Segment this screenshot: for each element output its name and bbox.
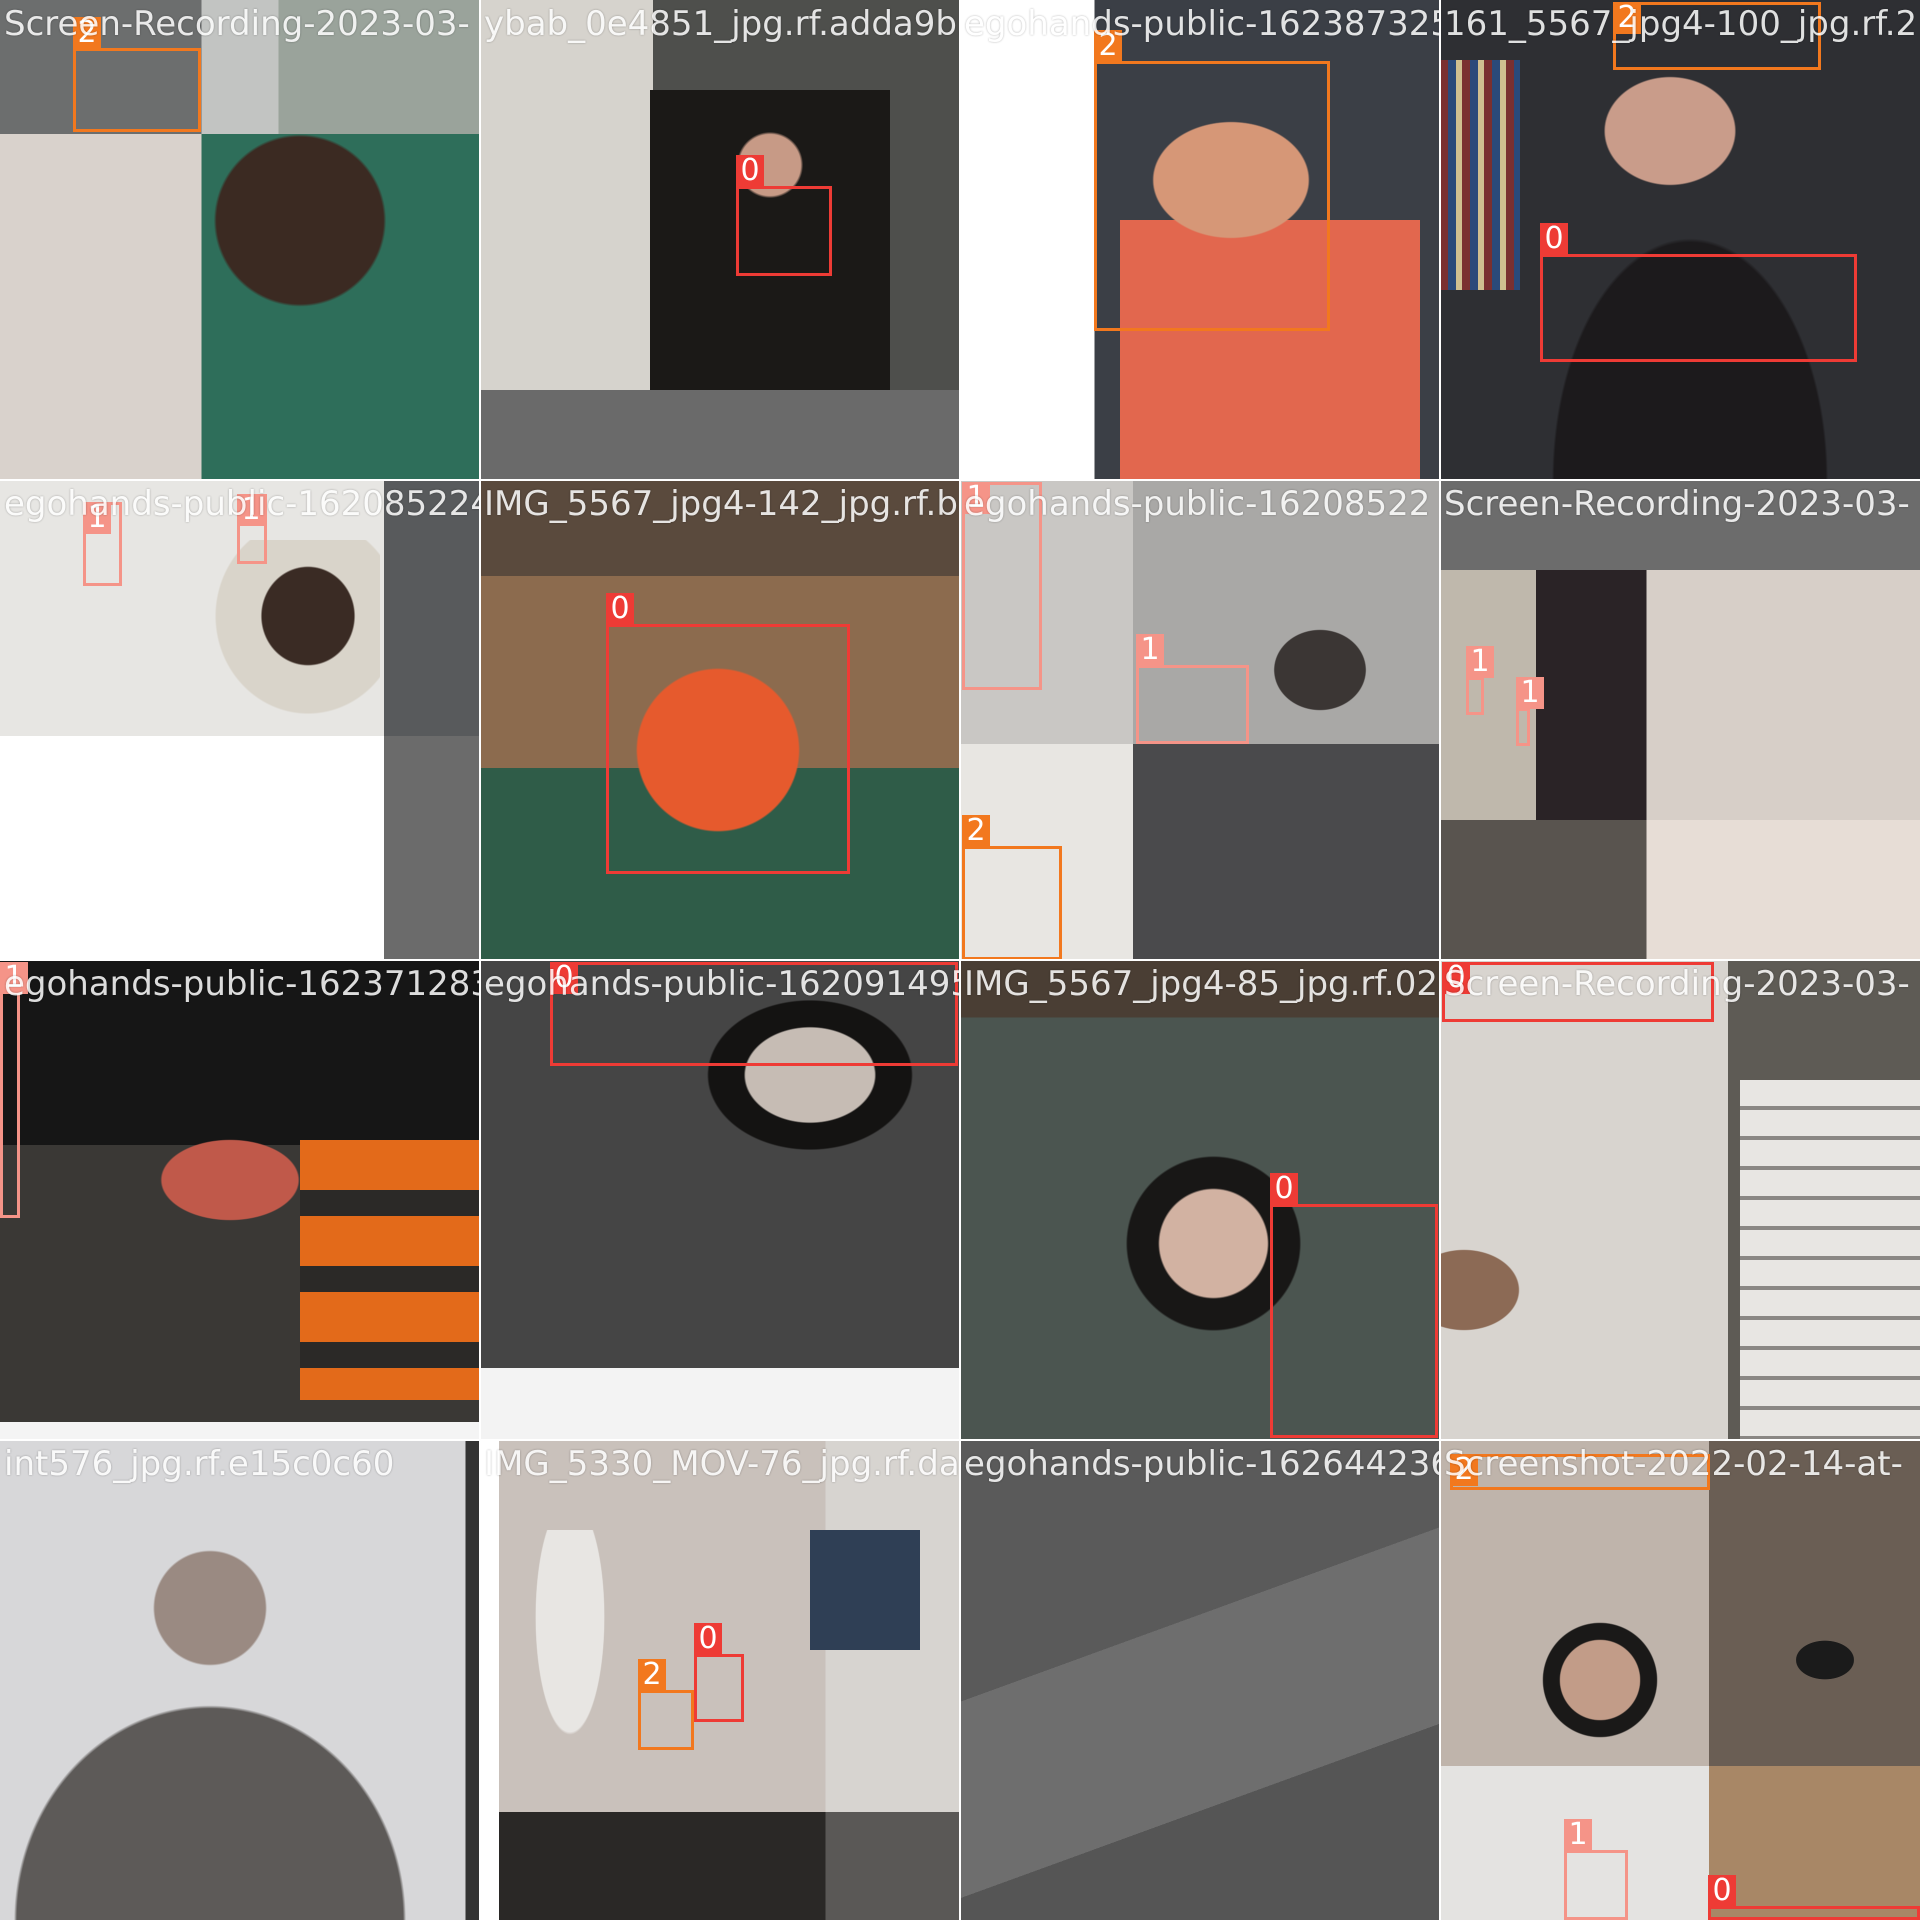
tile-label: egohands-public-1623712836 [4, 964, 480, 1004]
tile-14: IMG_5330_MOV-76_jpg.rf.da 02 [480, 1440, 960, 1920]
tile-background [200, 540, 380, 730]
tile-background [480, 1368, 960, 1440]
tile-background [1520, 1600, 1680, 1760]
detection-box-class-2: 2 [962, 815, 1062, 960]
tile-background [1740, 1080, 1920, 1440]
tile-label: Screen-Recording-2023-03- [4, 4, 470, 44]
tile-background [1440, 820, 1920, 960]
tile-label: 161_5567_jpg4-100_jpg.rf.2 [1444, 4, 1918, 44]
tile-7: egohands-public-16208522 112 [960, 480, 1440, 960]
tile-background [1440, 1220, 1560, 1360]
tile-background [510, 1530, 630, 1820]
tile-5: egohands-public-162085224 11 [0, 480, 480, 960]
detection-box-class-0: 0 [1708, 1875, 1920, 1920]
tile-1: Screen-Recording-2023-03- 2 [0, 0, 480, 480]
tile-8: Screen-Recording-2023-03- 11 [1440, 480, 1920, 960]
tile-background [200, 134, 400, 480]
tile-background [1240, 600, 1400, 740]
class-label-tag: 1 [1564, 1819, 1592, 1851]
tile-2: ybab_0e4851_jpg.rf.adda9b59 0 [480, 0, 960, 480]
detection-box-class-0: 0 [1540, 223, 1857, 362]
detection-box-class-0: 0 [1270, 1173, 1438, 1438]
tile-16: Screenshot-2022-02-14-at- 210 [1440, 1440, 1920, 1920]
tile-13: int576_jpg.rf.e15c0c60 [0, 1440, 480, 1920]
detection-box-class-1: 1 [1516, 677, 1544, 746]
detection-box-class-0: 0 [694, 1623, 744, 1722]
tile-label: egohands-public-1623873258 [964, 4, 1440, 44]
detection-box-class-2: 2 [1094, 30, 1330, 331]
class-label-tag: 0 [736, 155, 764, 187]
grid-divider [0, 479, 1920, 481]
tile-label: Screenshot-2022-02-14-at- [1444, 1444, 1903, 1484]
class-label-tag: 0 [1708, 1875, 1736, 1907]
tile-label: egohands-public-162085224 [4, 484, 480, 524]
tile-background [810, 1530, 920, 1650]
tile-label: Screen-Recording-2023-03- [1444, 484, 1910, 524]
detection-box-class-2: 2 [73, 17, 201, 132]
tile-4: 161_5567_jpg4-100_jpg.rf.2 20 [1440, 0, 1920, 480]
tile-15: egohands-public-1626442365 [960, 1440, 1440, 1920]
detection-box-class-1: 1 [1136, 634, 1249, 744]
tile-background [0, 736, 480, 960]
tile-label: egohands-public-1620914955 [484, 964, 960, 1004]
tile-3: egohands-public-1623873258 2 [960, 0, 1440, 480]
tile-12: Screen-Recording-2023-03- 0 [1440, 960, 1920, 1440]
tile-label: IMG_5567_jpg4-142_jpg.rf.b [484, 484, 958, 524]
tile-background [0, 1690, 420, 1920]
tile-background [110, 1110, 350, 1250]
class-label-tag: 1 [1136, 634, 1164, 666]
class-label-tag: 2 [638, 1659, 666, 1691]
grid-divider [0, 959, 1920, 961]
tile-10: egohands-public-1620914955 0 [480, 960, 960, 1440]
tile-label: IMG_5567_jpg4-85_jpg.rf.02 [964, 964, 1438, 1004]
class-label-tag: 0 [1270, 1173, 1298, 1205]
tile-label: ybab_0e4851_jpg.rf.adda9b59 [484, 4, 960, 44]
detection-box-class-0: 0 [736, 155, 832, 276]
detection-box-class-1: 1 [1466, 646, 1494, 715]
tile-label: IMG_5330_MOV-76_jpg.rf.da [484, 1444, 960, 1484]
tile-background [480, 1812, 960, 1920]
tile-background [480, 390, 960, 480]
class-label-tag: 0 [1540, 223, 1568, 255]
class-label-tag: 0 [606, 593, 634, 625]
tile-label: egohands-public-1626442365 [964, 1444, 1440, 1484]
tile-label: int576_jpg.rf.e15c0c60 [4, 1444, 395, 1484]
tile-label: egohands-public-16208522 [964, 484, 1431, 524]
grid-divider [0, 1439, 1920, 1441]
class-label-tag: 0 [694, 1623, 722, 1655]
class-label-tag: 1 [1466, 646, 1494, 678]
class-label-tag: 1 [1516, 677, 1544, 709]
detection-box-class-0: 0 [606, 593, 850, 874]
tile-label: Screen-Recording-2023-03- [1444, 964, 1910, 1004]
tile-9: egohands-public-1623712836 1 [0, 960, 480, 1440]
tile-background [1440, 570, 1920, 820]
tile-6: IMG_5567_jpg4-142_jpg.rf.b 0 [480, 480, 960, 960]
tile-11: IMG_5567_jpg4-85_jpg.rf.02 0 [960, 960, 1440, 1440]
tile-background [1440, 60, 1520, 290]
class-label-tag: 2 [962, 815, 990, 847]
tile-background [1780, 1630, 1870, 1690]
tile-background [960, 1440, 1440, 1920]
tile-background [0, 1422, 480, 1440]
detection-box-class-2: 2 [638, 1659, 694, 1750]
detection-box-class-1: 1 [1564, 1819, 1628, 1920]
mosaic-grid: Screen-Recording-2023-03- 2 ybab_0e4851_… [0, 0, 1920, 1920]
tile-background [1440, 1766, 1920, 1920]
